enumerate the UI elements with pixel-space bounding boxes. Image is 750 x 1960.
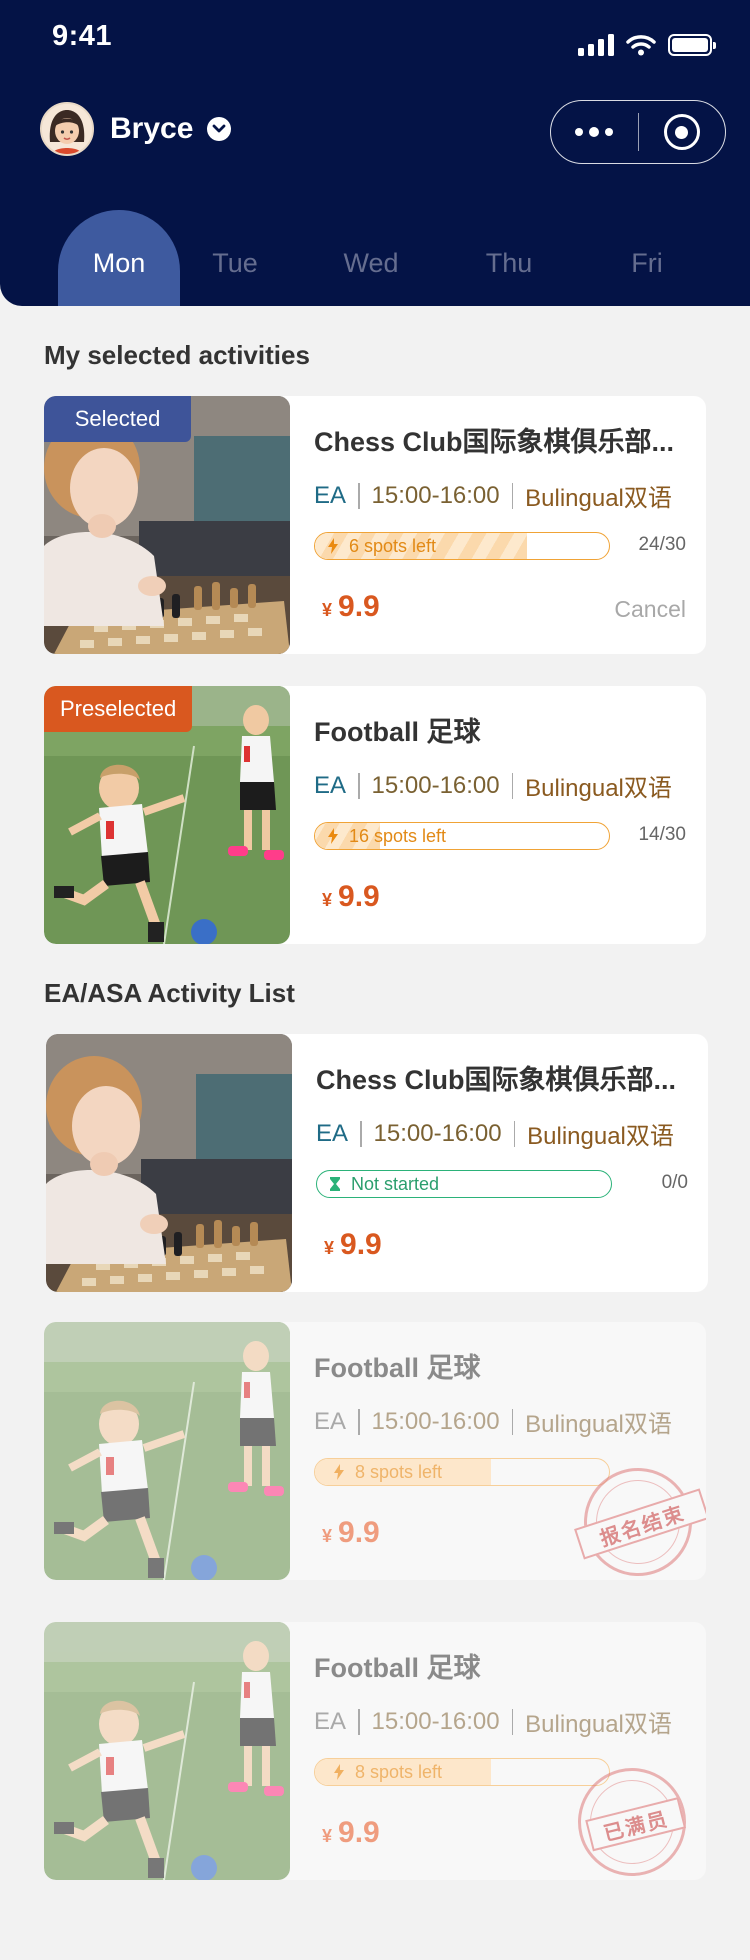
activity-category: EA: [314, 481, 347, 509]
activity-title: Football 足球: [314, 1653, 481, 1683]
activity-meta: EA 15:00-16:00 Bulingual双语: [316, 1116, 674, 1151]
spots-left: 6 spots left: [349, 535, 437, 556]
activity-language: Bulingual双语: [525, 775, 672, 802]
activity-photo: [44, 1622, 290, 1880]
activity-price: ¥ 9.9: [322, 590, 380, 623]
selected-activity-card[interactable]: Selected Chess Club国际象棋俱乐部... EA 15:00-1…: [44, 396, 706, 654]
lightning-icon: [334, 1464, 344, 1480]
wifi-icon: [626, 35, 656, 56]
enrolled-count: 14/30: [638, 824, 686, 845]
chevron-down-icon: [207, 117, 232, 141]
activity-meta: EA 15:00-16:00 Bulingual双语: [314, 478, 672, 513]
tab-thu[interactable]: Thu: [448, 210, 570, 306]
activity-meta: EA 15:00-16:00 Bulingual双语: [314, 1704, 672, 1739]
day-tabs: Mon Tue Wed Thu Fri: [40, 210, 730, 306]
activity-category: EA: [316, 1119, 349, 1147]
status-icons: [578, 34, 716, 56]
activity-photo: [46, 1034, 292, 1292]
user-name: Bryce: [110, 112, 194, 145]
activity-language: Bulingual双语: [527, 1123, 674, 1150]
cancel-button[interactable]: Cancel: [614, 596, 686, 623]
spots-progress: 6 spots left: [314, 532, 610, 560]
activity-meta: EA 15:00-16:00 Bulingual双语: [314, 768, 672, 803]
activity-language: Bulingual双语: [525, 485, 672, 512]
hourglass-icon: [330, 1177, 340, 1191]
user-switcher[interactable]: Bryce: [40, 102, 232, 156]
activity-price: ¥ 9.9: [322, 1816, 380, 1849]
battery-icon: [668, 34, 716, 56]
activity-card[interactable]: Football 足球 EA 15:00-16:00 Bulingual双语 8…: [44, 1622, 706, 1880]
activity-photo: Preselected: [44, 686, 290, 944]
activity-title: Football 足球: [314, 717, 481, 747]
tab-tue[interactable]: Tue: [174, 210, 296, 306]
tab-mon[interactable]: Mon: [58, 210, 180, 306]
activity-time: 15:00-16:00: [371, 1707, 500, 1735]
lightning-icon: [328, 538, 338, 554]
spots-progress: 16 spots left: [314, 822, 610, 850]
enrolled-count: 24/30: [638, 534, 686, 555]
activity-price: ¥ 9.9: [324, 1228, 382, 1261]
mini-program-capsule: [550, 100, 726, 164]
section-title-activity-list: EA/ASA Activity List: [44, 978, 295, 1008]
lightning-icon: [328, 828, 338, 844]
enrolled-count: 0/0: [661, 1172, 688, 1193]
spots-left: 16 spots left: [349, 825, 447, 846]
spots-left: 8 spots left: [355, 1461, 443, 1482]
selected-activity-card[interactable]: Preselected Football 足球 EA 15:00-16:00 B…: [44, 686, 706, 944]
spots-progress: 8 spots left: [314, 1458, 610, 1486]
more-icon[interactable]: [551, 127, 638, 137]
activity-title: Chess Club国际象棋俱乐部...: [314, 427, 675, 457]
preselected-tag: Preselected: [44, 686, 193, 732]
activity-card[interactable]: Football 足球 EA 15:00-16:00 Bulingual双语 8…: [44, 1322, 706, 1580]
app-header: 9:41 Bryce Mon Tue Wed Thu Fri: [0, 0, 750, 306]
spots-progress: 8 spots left: [314, 1758, 610, 1786]
activity-photo: Selected: [44, 396, 290, 654]
activity-language: Bulingual双语: [525, 1411, 672, 1438]
activity-time: 15:00-16:00: [371, 481, 500, 509]
activity-photo: [44, 1322, 290, 1580]
activity-title: Chess Club国际象棋俱乐部...: [316, 1065, 677, 1095]
tab-fri[interactable]: Fri: [586, 210, 708, 306]
section-title-selected: My selected activities: [44, 340, 310, 370]
lightning-icon: [334, 1764, 344, 1780]
tab-wed[interactable]: Wed: [310, 210, 432, 306]
status-time: 9:41: [52, 20, 113, 52]
activity-meta: EA 15:00-16:00 Bulingual双语: [314, 1404, 672, 1439]
activity-category: EA: [314, 771, 347, 799]
activity-title: Football 足球: [314, 1353, 481, 1383]
spots-left: 8 spots left: [355, 1761, 443, 1782]
status-text: Not started: [351, 1173, 440, 1194]
activity-card[interactable]: Chess Club国际象棋俱乐部... EA 15:00-16:00 Buli…: [46, 1034, 708, 1292]
avatar: [40, 102, 94, 156]
activity-price: ¥ 9.9: [322, 1516, 380, 1549]
activity-time: 15:00-16:00: [373, 1119, 502, 1147]
activity-time: 15:00-16:00: [371, 1407, 500, 1435]
activity-time: 15:00-16:00: [371, 771, 500, 799]
activity-category: EA: [314, 1407, 347, 1435]
signal-icon: [578, 34, 614, 56]
activity-language: Bulingual双语: [525, 1711, 672, 1738]
selected-tag: Selected: [44, 396, 191, 442]
activity-price: ¥ 9.9: [322, 880, 380, 913]
activity-category: EA: [314, 1707, 347, 1735]
status-bar: Not started: [316, 1170, 612, 1198]
record-icon[interactable]: [639, 114, 726, 150]
